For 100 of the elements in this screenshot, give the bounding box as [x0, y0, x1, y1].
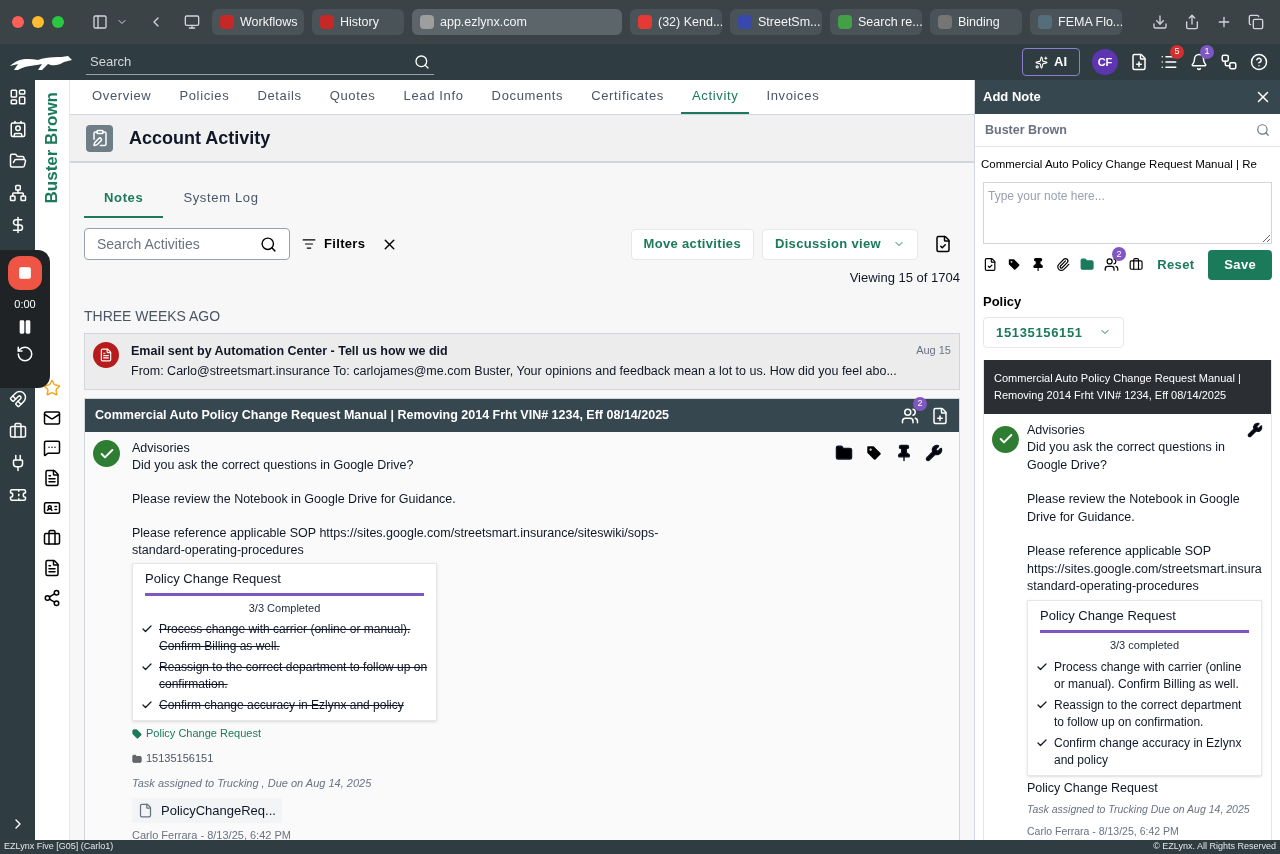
window-control-icon[interactable] [12, 16, 24, 28]
email-activity-row[interactable]: Email sent by Automation Center - Tell us how we did Aug 15 From: Carlo@streetsmart.insurance To: carlojames@me.com Buster, Your opinions and feedback mean a lot to us. How did you feel abo... [84, 332, 960, 390]
sparkle-icon [1035, 55, 1048, 69]
nav-icon[interactable] [43, 529, 61, 548]
nav-icon[interactable] [43, 559, 61, 578]
tag-icon [132, 728, 142, 739]
nav-icon[interactable] [8, 422, 27, 440]
help-icon[interactable] [1250, 53, 1268, 71]
share-icon[interactable] [1184, 14, 1200, 30]
wrench-icon[interactable] [925, 444, 943, 462]
checklist-title: Policy Change Request [144, 570, 282, 587]
note-paragraph: Did you ask the correct questions in Google Drive? [132, 457, 415, 474]
nav-icon[interactable] [8, 152, 27, 170]
sub-tab[interactable]: Notes [84, 180, 164, 218]
download-icon[interactable] [1152, 14, 1168, 30]
subject-field[interactable]: Commercial Auto Policy Change Request Manual | Re [975, 146, 1280, 182]
browser-tab[interactable]: FEMA Flo... [1030, 9, 1122, 35]
policy-dropdown[interactable]: 15135156151 [983, 317, 1124, 348]
browser-tab[interactable]: Binding [930, 9, 1022, 35]
briefcase-icon[interactable] [1129, 257, 1144, 273]
tag-icon[interactable] [865, 444, 883, 462]
nav-tab[interactable]: Policies [168, 80, 241, 114]
tabs-overview-icon[interactable] [1248, 14, 1264, 30]
nav-icon[interactable] [8, 486, 27, 504]
sub-tab[interactable]: System Log [163, 180, 279, 218]
clipboard-icon [86, 124, 113, 152]
note-title: Commercial Auto Policy Change Request Manual | Removing 2014 Frht VIN# 1234, Eff 08/14/2025 [95, 407, 670, 425]
note-paragraph: Please review the Notebook in Google Drive for Guidance. [1027, 491, 1241, 526]
reset-button[interactable]: Reset [1153, 255, 1199, 275]
tag-icon[interactable] [1007, 257, 1022, 273]
window-control-icon[interactable] [52, 16, 64, 28]
attachment-chip[interactable]: PolicyChangeReq... [132, 798, 282, 823]
nav-tab[interactable]: Details [246, 80, 313, 114]
move-activities-button[interactable]: Move activities [630, 228, 754, 260]
save-button[interactable]: Save [1208, 249, 1273, 280]
user-avatar[interactable]: CF [1092, 49, 1118, 75]
browser-tab[interactable]: StreetSm... [730, 9, 822, 35]
nav-tab[interactable]: Invoices [755, 80, 831, 114]
count-badge: 1 [1200, 45, 1214, 59]
policy-label: Policy [982, 292, 1023, 311]
window-control-icon[interactable] [32, 16, 44, 28]
nav-tab[interactable]: Lead Info [392, 80, 475, 114]
note-category: Advisories [132, 440, 190, 457]
browser-tab[interactable]: Workflows [212, 9, 304, 35]
browser-tab[interactable]: Search re... [830, 9, 922, 35]
search-field[interactable]: Search [86, 49, 434, 75]
restart-icon[interactable] [16, 344, 34, 363]
nav-icon[interactable] [8, 88, 27, 106]
note-author: Carlo Ferrara - 8/13/25, 6:42 PM [1027, 823, 1180, 839]
list-icon[interactable] [1160, 53, 1178, 71]
bell-icon[interactable] [1190, 53, 1208, 71]
view-dropdown[interactable]: Discussion view [761, 228, 918, 260]
document-icon[interactable] [934, 235, 952, 253]
pin-icon[interactable] [895, 444, 913, 462]
nav-icon[interactable] [43, 409, 61, 428]
client-field[interactable]: Buster Brown [975, 114, 1280, 147]
stop-button[interactable] [8, 256, 42, 290]
hierarchy-icon[interactable] [1220, 53, 1238, 71]
pin-icon[interactable] [1031, 257, 1046, 273]
viewing-count: Viewing 15 of 1704 [849, 269, 960, 287]
people-icon[interactable] [901, 406, 919, 425]
nav-tab[interactable]: Certificates [580, 80, 676, 114]
search-icon[interactable] [260, 235, 277, 253]
attach-icon[interactable] [1055, 257, 1070, 273]
nav-icon[interactable] [8, 120, 27, 138]
tag-link[interactable]: Policy Change Request [146, 725, 261, 742]
sidebar-icon[interactable] [92, 14, 108, 30]
account-name: Buster Brown [41, 92, 63, 204]
checklist-item: Reassign to the correct department to follow up on confirmation. [159, 659, 428, 693]
filters-button[interactable]: Filters [302, 234, 366, 254]
nav-tab[interactable]: Overview [81, 80, 163, 114]
done-icon [93, 440, 120, 467]
monitor-icon[interactable] [184, 14, 200, 30]
folder-icon[interactable] [835, 444, 853, 462]
nav-icon[interactable] [8, 184, 27, 202]
nav-tab[interactable]: Quotes [318, 80, 387, 114]
email-preview: From: Carlo@streetsmart.insurance To: carlojames@me.com Buster, Your opinions and feedback mean a lot to us. How did you feel abo... [131, 363, 898, 381]
search-field[interactable]: Search Activities [84, 228, 290, 260]
browser-tab[interactable]: app.ezlynx.com [412, 9, 622, 35]
add-file-icon[interactable] [931, 406, 949, 425]
preview-header: Commercial Auto Policy Change Request Manual | Removing 2014 Frht VIN# 1234, Eff 08/14/2025 [984, 359, 1271, 414]
nav-icon[interactable] [43, 439, 61, 458]
new-tab-icon[interactable] [1216, 14, 1232, 30]
pause-icon[interactable] [17, 318, 33, 335]
add-file-icon[interactable] [1130, 53, 1148, 71]
browser-tab[interactable]: History [312, 9, 404, 35]
task-icon[interactable] [983, 257, 998, 273]
people-icon[interactable] [1104, 257, 1120, 273]
count-badge: 2 [913, 396, 927, 411]
browser-tab[interactable]: (32) Kend... [630, 9, 722, 35]
progress-text: 3/3 completed [1108, 638, 1181, 653]
nav-icon[interactable] [43, 589, 61, 608]
nav-tab[interactable]: Documents [480, 80, 575, 114]
panel-title: Add Note [983, 88, 1041, 107]
wrench-icon[interactable] [1247, 421, 1263, 438]
ai-button[interactable]: AI [1022, 48, 1080, 76]
nav-icon[interactable] [43, 469, 61, 488]
search-icon[interactable] [414, 53, 430, 70]
note-input[interactable]: Type your note here... [983, 181, 1272, 244]
star-icon[interactable] [43, 379, 61, 398]
